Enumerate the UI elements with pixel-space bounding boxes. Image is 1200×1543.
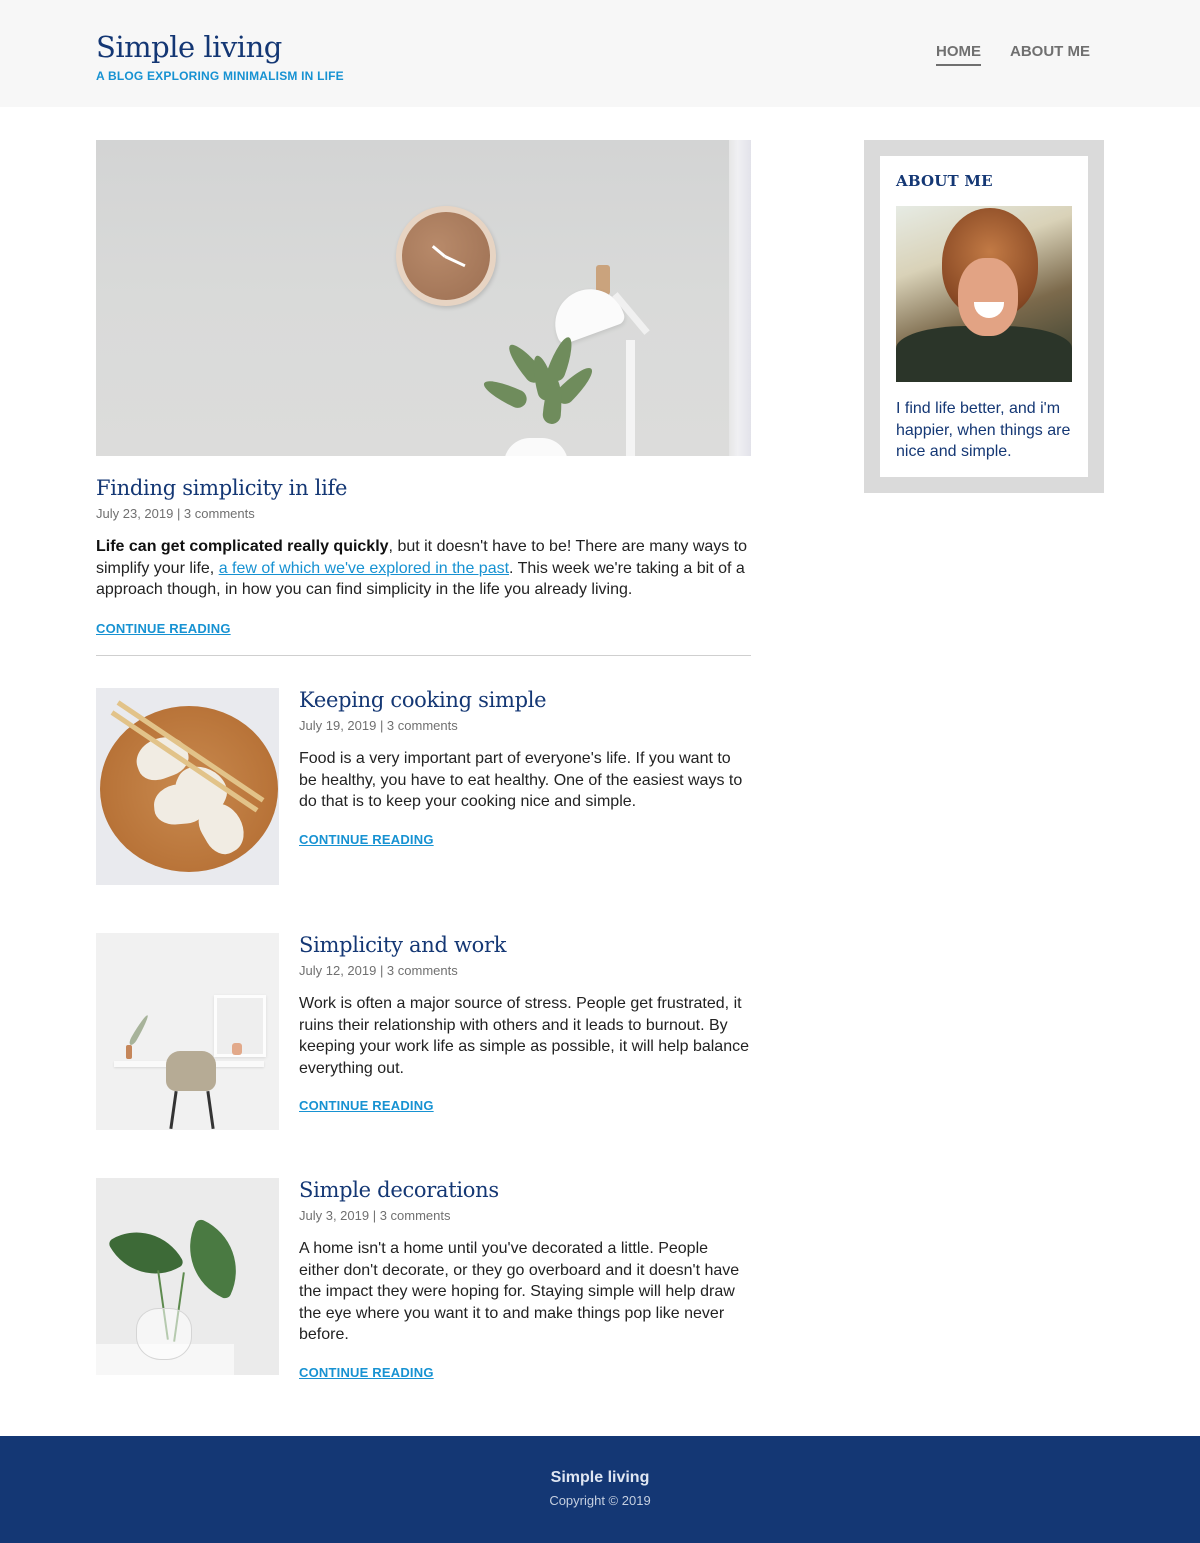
nav-about-link[interactable]: ABOUT ME bbox=[1010, 43, 1090, 66]
post-excerpt: Food is a very important part of everyon… bbox=[299, 750, 743, 810]
post-body: Keeping cooking simple July 19, 2019 | 3… bbox=[299, 688, 751, 848]
featured-post-meta: July 23, 2019 | 3 comments bbox=[96, 506, 255, 521]
site-title[interactable]: Simple living bbox=[96, 30, 344, 64]
post-title[interactable]: Simple decorations bbox=[299, 1178, 751, 1202]
widget-title: ABOUT ME bbox=[896, 172, 993, 190]
about-me-widget: ABOUT ME I find life better, and i'm hap… bbox=[880, 156, 1088, 477]
smiling-man-avatar-icon bbox=[896, 206, 1072, 382]
excerpt-bold: Life can get complicated really quickly bbox=[96, 538, 389, 555]
main-content: Finding simplicity in life July 23, 2019… bbox=[0, 107, 1200, 1436]
post-body: Simplicity and work July 12, 2019 | 3 co… bbox=[299, 933, 751, 1114]
post-meta: July 19, 2019 | 3 comments bbox=[299, 718, 458, 733]
plant-pot-icon bbox=[504, 438, 568, 456]
lamp-icon bbox=[545, 279, 627, 346]
site-footer: Simple living Copyright © 2019 bbox=[0, 1436, 1200, 1543]
posts-column: Finding simplicity in life July 23, 2019… bbox=[96, 140, 751, 1380]
dumplings-plate-photo-icon[interactable] bbox=[96, 688, 279, 885]
about-me-text: I find life better, and i'm happier, whe… bbox=[896, 400, 1071, 460]
footer-copyright: Copyright © 2019 bbox=[549, 1493, 651, 1508]
featured-divider bbox=[96, 654, 751, 656]
featured-post-excerpt: Life can get complicated really quickly,… bbox=[96, 536, 751, 601]
continue-reading-link[interactable]: CONTINUE READING bbox=[299, 1365, 434, 1380]
clock-icon bbox=[396, 206, 496, 306]
post-title[interactable]: Keeping cooking simple bbox=[299, 688, 751, 712]
post-meta: July 3, 2019 | 3 comments bbox=[299, 1208, 451, 1223]
post-meta: July 12, 2019 | 3 comments bbox=[299, 963, 458, 978]
brand: Simple living A BLOG EXPLORING MINIMALIS… bbox=[96, 30, 344, 83]
post-body: Simple decorations July 3, 2019 | 3 comm… bbox=[299, 1178, 751, 1381]
post-title[interactable]: Simplicity and work bbox=[299, 933, 751, 957]
featured-post: Finding simplicity in life July 23, 2019… bbox=[96, 140, 751, 656]
main-nav: HOME ABOUT ME bbox=[936, 43, 1090, 66]
featured-continue-reading-link[interactable]: CONTINUE READING bbox=[96, 621, 231, 636]
continue-reading-link[interactable]: CONTINUE READING bbox=[299, 1098, 434, 1113]
sidebar: ABOUT ME I find life better, and i'm hap… bbox=[864, 140, 1104, 493]
plant-vase-photo-icon[interactable] bbox=[96, 1178, 279, 1375]
post-excerpt: A home isn't a home until you've decorat… bbox=[299, 1240, 740, 1343]
post-excerpt: Work is often a major source of stress. … bbox=[299, 995, 749, 1077]
clock-lamp-plant-photo-icon[interactable] bbox=[96, 140, 751, 456]
past-posts-link[interactable]: a few of which we've explored in the pas… bbox=[219, 560, 509, 577]
site-subtitle: A BLOG EXPLORING MINIMALISM IN LIFE bbox=[96, 69, 344, 83]
desk-chair-photo-icon[interactable] bbox=[96, 933, 279, 1130]
continue-reading-link[interactable]: CONTINUE READING bbox=[299, 832, 434, 847]
featured-post-title[interactable]: Finding simplicity in life bbox=[96, 476, 751, 500]
site-header: Simple living A BLOG EXPLORING MINIMALIS… bbox=[0, 0, 1200, 107]
nav-home-link[interactable]: HOME bbox=[936, 43, 981, 66]
footer-title: Simple living bbox=[550, 1469, 650, 1486]
